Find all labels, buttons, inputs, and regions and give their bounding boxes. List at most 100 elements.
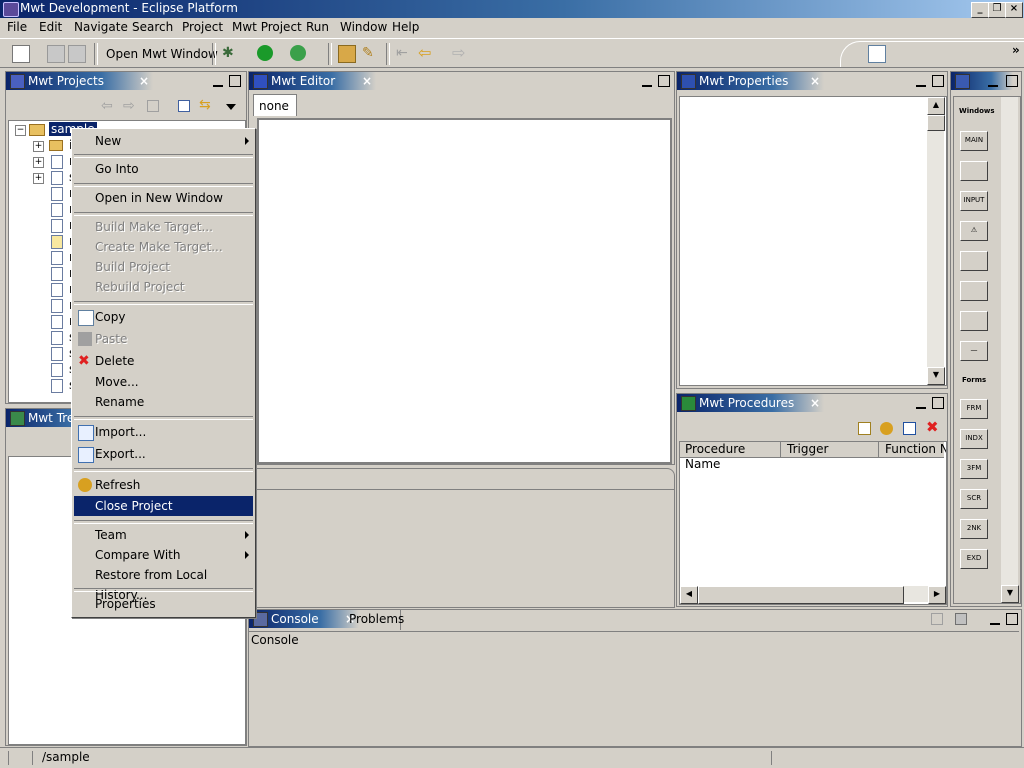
tab-palette[interactable] xyxy=(951,72,1013,90)
palette-item-exd[interactable]: EXD xyxy=(960,549,988,569)
palette-item-2nk[interactable]: 2NK xyxy=(960,519,988,539)
more-perspectives-icon[interactable]: » xyxy=(1012,43,1020,57)
column-function-name[interactable]: Function Na xyxy=(880,442,946,458)
close-icon[interactable]: × xyxy=(362,72,372,90)
subtab-none[interactable]: none xyxy=(253,94,297,116)
delete-procedure-icon[interactable]: ✖ xyxy=(926,418,939,436)
menu-item-build-make-target[interactable]: Build Make Target... xyxy=(74,217,253,237)
close-icon[interactable]: × xyxy=(810,394,820,412)
palette-item-scr[interactable]: SCR xyxy=(960,489,988,509)
menu-help[interactable]: Help xyxy=(392,20,419,34)
menu-item-move[interactable]: Move... xyxy=(74,372,253,392)
tab-mwt-projects[interactable]: Mwt Projects × xyxy=(6,72,153,90)
minimize-view-icon[interactable] xyxy=(213,75,223,87)
collapse-all-icon[interactable] xyxy=(178,100,190,112)
minimize-view-icon[interactable] xyxy=(916,397,926,409)
restore-button[interactable]: ❐ xyxy=(988,2,1006,18)
palette-item-bar[interactable]: — xyxy=(960,341,988,361)
palette-item-field[interactable] xyxy=(960,251,988,271)
menu-file[interactable]: File xyxy=(7,20,27,34)
new-procedure-icon[interactable] xyxy=(858,422,871,435)
menu-item-import[interactable]: Import... xyxy=(74,422,253,442)
palette-item-main[interactable]: MAIN xyxy=(960,131,988,151)
forward-icon[interactable]: ⇨ xyxy=(123,98,135,114)
minimize-view-icon[interactable] xyxy=(988,75,998,87)
menu-project[interactable]: Project xyxy=(182,20,223,34)
menu-item-close-project[interactable]: Close Project xyxy=(74,496,253,516)
menu-item-restore-history[interactable]: Restore from Local History... xyxy=(74,565,253,602)
close-icon[interactable]: × xyxy=(139,72,149,90)
column-procedure-name[interactable]: Procedure Name xyxy=(680,442,781,471)
tab-problems[interactable]: Problems xyxy=(341,610,404,630)
maximize-view-icon[interactable] xyxy=(229,75,241,87)
forward-arrow-icon[interactable]: ⇨ xyxy=(452,45,468,61)
menu-window[interactable]: Window xyxy=(340,20,387,34)
back-arrow-icon[interactable]: ⇦ xyxy=(418,45,434,61)
back-icon[interactable]: ⇦ xyxy=(101,98,113,114)
tab-mwt-editor[interactable]: Mwt Editor × xyxy=(249,72,376,90)
expand-icon[interactable]: + xyxy=(33,157,44,168)
debug-icon[interactable]: ✱ xyxy=(222,45,238,61)
maximize-view-icon[interactable] xyxy=(1006,613,1018,625)
scroll-right-button[interactable]: ▶ xyxy=(928,586,946,604)
maximize-view-icon[interactable] xyxy=(1006,75,1018,87)
menu-run[interactable]: Run xyxy=(306,20,329,34)
tab-mwt-procedures[interactable]: Mwt Procedures × xyxy=(677,394,824,412)
palette-item-folder[interactable] xyxy=(960,311,988,331)
menu-item-rebuild-project[interactable]: Rebuild Project xyxy=(74,277,253,297)
display-console-icon[interactable] xyxy=(955,613,967,625)
palette-item-input[interactable]: INPUT xyxy=(960,191,988,211)
palette-item-list[interactable] xyxy=(960,281,988,301)
close-window-button[interactable]: × xyxy=(1005,2,1023,18)
menu-item-open-new-window[interactable]: Open in New Window xyxy=(74,188,253,208)
close-icon[interactable]: × xyxy=(810,72,820,90)
menu-item-copy[interactable]: Copy xyxy=(74,307,253,327)
menu-item-rename[interactable]: Rename xyxy=(74,392,253,412)
menu-item-new[interactable]: New xyxy=(74,131,253,151)
menu-item-create-make-target[interactable]: Create Make Target... xyxy=(74,237,253,257)
wand-icon[interactable]: ✎ xyxy=(362,45,378,61)
save-icon[interactable] xyxy=(47,45,65,63)
minimize-button[interactable]: _ xyxy=(971,2,989,18)
menu-item-paste[interactable]: Paste xyxy=(74,329,253,349)
palette-item-warning[interactable]: ⚠ xyxy=(960,221,988,241)
scroll-thumb[interactable] xyxy=(698,586,904,604)
horizontal-scrollbar[interactable]: ◀ ▶ xyxy=(680,586,946,604)
column-trigger[interactable]: Trigger xyxy=(782,442,879,458)
open-folder-icon[interactable] xyxy=(338,45,356,63)
menu-item-compare-with[interactable]: Compare With xyxy=(74,545,253,565)
maximize-view-icon[interactable] xyxy=(932,75,944,87)
scroll-thumb[interactable] xyxy=(927,115,945,131)
menu-item-export[interactable]: Export... xyxy=(74,444,253,464)
clear-console-icon[interactable] xyxy=(931,613,943,625)
menu-mwt-project[interactable]: Mwt Project xyxy=(232,20,302,34)
run-icon[interactable] xyxy=(257,45,273,61)
minimize-view-icon[interactable] xyxy=(990,613,1000,625)
menu-item-delete[interactable]: ✖ Delete xyxy=(74,351,253,371)
open-perspective-icon[interactable] xyxy=(868,45,886,63)
minimize-view-icon[interactable] xyxy=(642,75,652,87)
menu-edit[interactable]: Edit xyxy=(39,20,62,34)
vertical-scrollbar[interactable]: ▲ ▼ xyxy=(927,97,945,385)
scroll-left-button[interactable]: ◀ xyxy=(680,586,698,604)
palette-item-panel[interactable] xyxy=(960,161,988,181)
collapse-icon[interactable]: − xyxy=(15,125,26,136)
open-procedure-icon[interactable] xyxy=(903,422,916,435)
last-edit-icon[interactable]: ⇤ xyxy=(396,45,412,61)
new-icon[interactable] xyxy=(12,45,30,63)
external-tools-icon[interactable] xyxy=(290,45,306,61)
menu-navigate[interactable]: Navigate xyxy=(74,20,128,34)
maximize-view-icon[interactable] xyxy=(932,397,944,409)
menu-search[interactable]: Search xyxy=(132,20,173,34)
menu-item-build-project[interactable]: Build Project xyxy=(74,257,253,277)
refresh-procedure-icon[interactable] xyxy=(880,422,893,435)
palette-item-indx[interactable]: INDX xyxy=(960,429,988,449)
scroll-down-button[interactable]: ▼ xyxy=(1001,585,1019,603)
menu-item-go-into[interactable]: Go Into xyxy=(74,159,253,179)
menu-item-refresh[interactable]: Refresh xyxy=(74,475,253,495)
palette-item-3fm[interactable]: 3FM xyxy=(960,459,988,479)
open-mwt-window-button[interactable]: Open Mwt Window xyxy=(106,47,218,61)
tab-mwt-properties[interactable]: Mwt Properties × xyxy=(677,72,824,90)
palette-item-frm[interactable]: FRM xyxy=(960,399,988,419)
scroll-up-button[interactable]: ▲ xyxy=(927,97,945,115)
